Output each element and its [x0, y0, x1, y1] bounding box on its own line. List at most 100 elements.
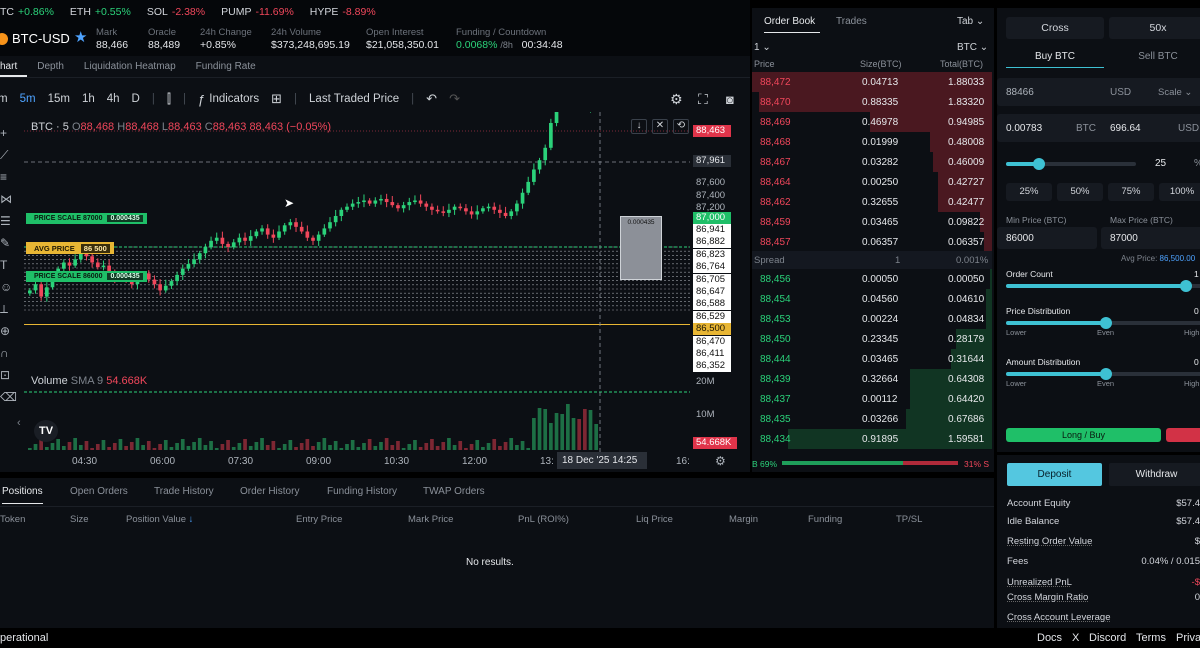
axis-settings-icon[interactable]: ⚙ [715, 454, 726, 468]
footer-link-docs[interactable]: Docs [1037, 632, 1062, 644]
col-liq-price[interactable]: Liq Price [636, 514, 673, 525]
footer-link-discord[interactable]: Discord [1089, 632, 1126, 644]
col-position-value[interactable]: Position Value ↓ [126, 514, 193, 525]
interval-5m[interactable]: 5m [20, 93, 36, 105]
size-slider-knob[interactable] [1032, 158, 1045, 170]
tab-order-book[interactable]: Order Book [764, 16, 820, 33]
price-chart[interactable]: BTC · 5 O88,468 H88,468 L88,463 C88,463 … [0, 112, 750, 472]
interval-15m[interactable]: 15m [48, 93, 70, 105]
min-price-input[interactable]: 86000 [997, 227, 1097, 249]
bid-row[interactable]: 88,450 0.23345 0.28179 [752, 329, 992, 349]
tab-order-history[interactable]: Order History [240, 486, 299, 497]
bid-row[interactable]: 88,444 0.03465 0.31644 [752, 349, 992, 369]
close-order-icon[interactable]: ✕ [652, 119, 668, 134]
footer-link-x[interactable]: X [1072, 632, 1079, 644]
col-size[interactable]: Size [70, 514, 88, 525]
price-scale-top-label[interactable]: PRICE SCALE 87000 0.000435 [26, 213, 147, 224]
fullscreen-icon[interactable]: ⛶ [698, 91, 708, 108]
market-pair-selector[interactable]: BTC-USD [12, 31, 70, 46]
ticker-item[interactable]: PUMP -11.69% [221, 6, 294, 18]
interval-1d[interactable]: D [132, 93, 140, 105]
ask-row[interactable]: 88,470 0.88335 1.83320 [752, 92, 992, 112]
price-input[interactable]: 88466 USD Scale ⌄ [997, 78, 1200, 106]
camera-icon[interactable]: ◙ [726, 92, 734, 107]
deposit-button[interactable]: Deposit [1007, 463, 1102, 486]
redo-icon[interactable]: ↷ [449, 91, 460, 107]
favorite-star-icon[interactable]: ★ [74, 28, 87, 46]
order-count-knob[interactable] [1180, 280, 1192, 292]
bid-row[interactable]: 88,454 0.04560 0.04610 [752, 289, 992, 309]
tab-funding-rate[interactable]: Funding Rate [186, 56, 266, 77]
size-slider[interactable] [1006, 158, 1136, 170]
ticker-item[interactable]: ETH +0.55% [70, 6, 131, 18]
brush-tool-icon[interactable]: ✎ [0, 232, 14, 254]
magnet-tool-icon[interactable]: ∩ [0, 342, 14, 364]
col-pnl[interactable]: PnL (ROI%) [518, 514, 569, 525]
size-input[interactable]: 0.00783 BTC 696.64 USD [997, 114, 1200, 142]
tradingview-logo-icon[interactable]: TV [34, 420, 58, 442]
withdraw-button[interactable]: Withdraw [1109, 463, 1200, 486]
price-distribution-slider[interactable] [1006, 317, 1200, 329]
ask-row[interactable]: 88,459 0.03465 0.09822 [752, 212, 992, 232]
trendline-tool-icon[interactable]: ⟋ [0, 144, 14, 166]
ask-row[interactable]: 88,457 0.06357 0.06357 [752, 232, 992, 252]
tab-depth[interactable]: Depth [27, 56, 74, 77]
trash-tool-icon[interactable]: ⌫ [0, 386, 17, 408]
ticker-item[interactable]: SOL -2.38% [147, 6, 205, 18]
col-entry-price[interactable]: Entry Price [296, 514, 342, 525]
layout-grid-icon[interactable]: ⊞ [271, 91, 282, 107]
reset-scale-icon[interactable]: ⟲ [673, 119, 689, 134]
tab-funding-history[interactable]: Funding History [327, 486, 397, 497]
price-axis[interactable]: 88,463 87,961 87,600 87,400 87,200 87,000 86,9… [690, 112, 750, 452]
grouping-select[interactable]: 1 ⌄ [754, 42, 771, 53]
amount-distribution-slider[interactable] [1006, 368, 1200, 380]
ask-row[interactable]: 88,468 0.01999 0.48008 [752, 132, 992, 152]
emoji-tool-icon[interactable]: ☺ [0, 276, 14, 298]
max-price-input[interactable]: 87000 [1101, 227, 1200, 249]
price-scale-bottom-label[interactable]: PRICE SCALE 86000 0.000435 [26, 271, 147, 282]
long-buy-button[interactable]: Long / Buy [1006, 428, 1161, 442]
col-margin[interactable]: Margin [729, 514, 758, 525]
tab-liquidation-heatmap[interactable]: Liquidation Heatmap [74, 56, 186, 77]
tab-twap-orders[interactable]: TWAP Orders [423, 486, 485, 497]
tab-chart[interactable]: hart [0, 56, 28, 77]
buy-tab[interactable]: Buy BTC [1006, 46, 1104, 68]
ask-row[interactable]: 88,464 0.00250 0.42727 [752, 172, 992, 192]
ticker-item[interactable]: HYPE -8.89% [310, 6, 376, 18]
zoom-tool-icon[interactable]: ⊕ [0, 320, 14, 342]
quick-50-button[interactable]: 50% [1057, 183, 1103, 201]
col-token[interactable]: Token [0, 514, 25, 525]
interval-1m[interactable]: m [0, 93, 8, 105]
bid-row[interactable]: 88,434 0.91895 1.59581 [752, 429, 992, 449]
size-percent-value[interactable]: 25 [1155, 158, 1166, 169]
ticker-item[interactable]: TC +0.86% [0, 6, 54, 18]
interval-4h[interactable]: 4h [107, 93, 120, 105]
bid-row[interactable]: 88,437 0.00112 0.64420 [752, 389, 992, 409]
ask-row[interactable]: 88,469 0.46978 0.94985 [752, 112, 992, 132]
col-funding[interactable]: Funding [808, 514, 842, 525]
bid-row[interactable]: 88,439 0.32664 0.64308 [752, 369, 992, 389]
quick-75-button[interactable]: 75% [1108, 183, 1154, 201]
indicators-button[interactable]: Indicators [209, 93, 259, 105]
margin-mode-button[interactable]: Cross [1006, 17, 1104, 39]
price-source-button[interactable]: Last Traded Price [309, 93, 399, 105]
order-count-slider[interactable] [1006, 280, 1200, 292]
footer-link-privacy[interactable]: Priva [1176, 632, 1200, 644]
ruler-tool-icon[interactable]: ⟂ [0, 298, 14, 320]
col-tp-sl[interactable]: TP/SL [896, 514, 922, 525]
pattern-tool-icon[interactable]: ⋈ [0, 188, 14, 210]
horizontal-lines-icon[interactable]: ≡ [0, 166, 14, 188]
sell-tab[interactable]: Sell BTC [1109, 46, 1200, 68]
tab-positions[interactable]: Positions [2, 486, 43, 504]
col-mark-price[interactable]: Mark Price [408, 514, 453, 525]
chart-canvas[interactable] [0, 112, 750, 472]
bid-row[interactable]: 88,453 0.00224 0.04834 [752, 309, 992, 329]
fib-tool-icon[interactable]: ☰ [0, 210, 14, 232]
ask-row[interactable]: 88,467 0.03282 0.46009 [752, 152, 992, 172]
tab-trade-history[interactable]: Trade History [154, 486, 214, 497]
tab-open-orders[interactable]: Open Orders [70, 486, 128, 497]
tab-trades[interactable]: Trades [836, 16, 867, 27]
scale-select[interactable]: Scale ⌄ [1158, 87, 1192, 98]
footer-link-terms[interactable]: Terms [1136, 632, 1166, 644]
bid-row[interactable]: 88,435 0.03266 0.67686 [752, 409, 992, 429]
